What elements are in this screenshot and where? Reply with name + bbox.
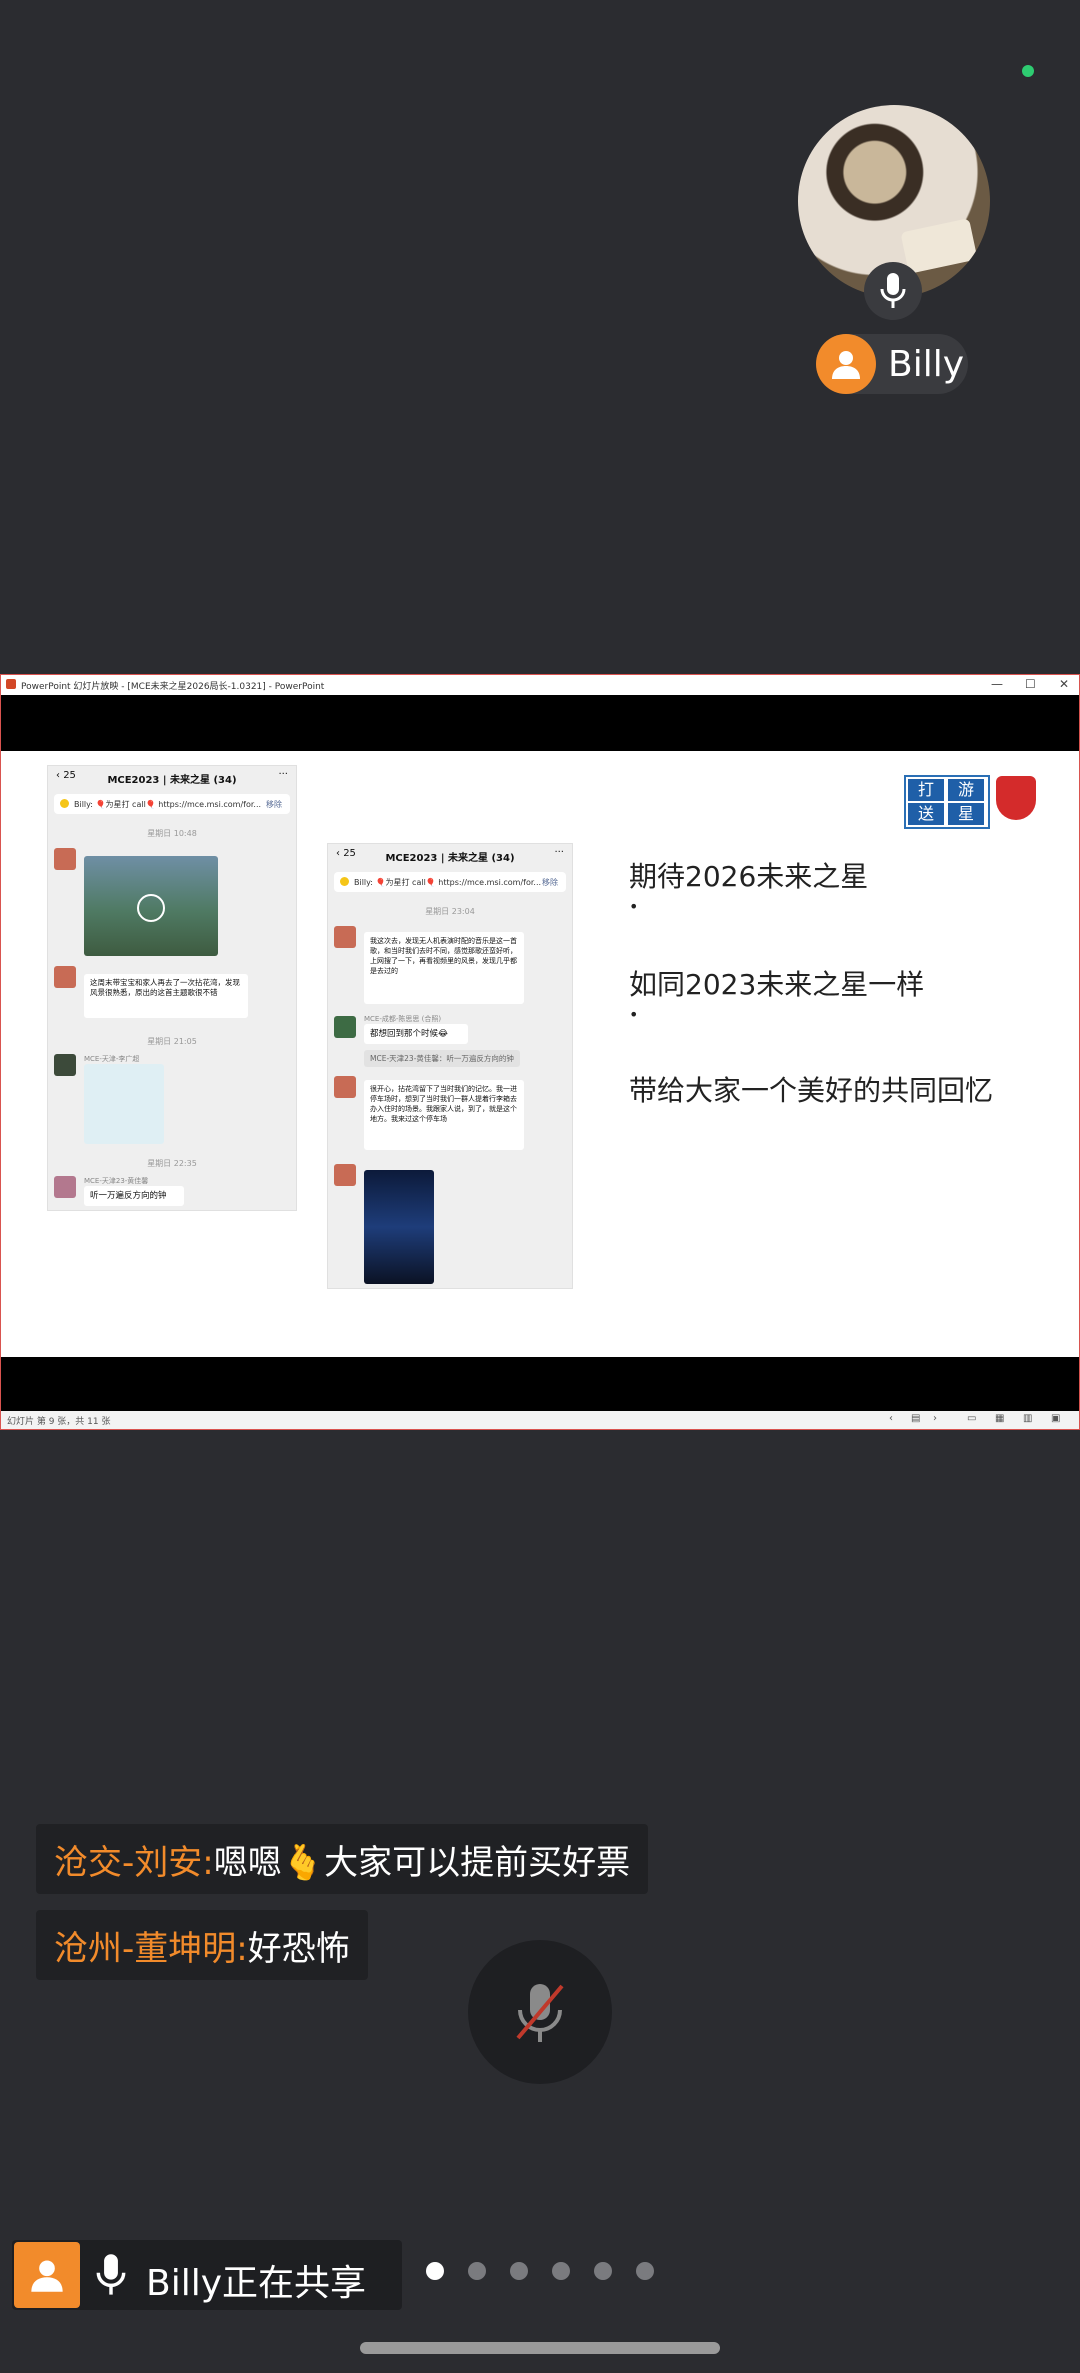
slide-counter: 幻灯片 第 9 张，共 11 张 [7,1417,111,1427]
bullet: • [629,1005,639,1024]
avatar [54,848,76,870]
sorter-view-icon[interactable]: ▦ [995,1413,1004,1424]
chat-bubble: 很开心，拈花湾留下了当时我们的记忆。我一进停车场时，想到了当时我们一群人提着行李… [364,1080,524,1150]
sharing-label: Billy正在共享 [146,2263,367,2304]
avatar [334,1164,356,1186]
page-dot-3[interactable] [510,2262,528,2280]
presenter-name: Billy [888,343,965,385]
prev-slide-icon[interactable]: ‹ [889,1413,893,1424]
timestamp: 星期日 22:35 [147,1159,197,1168]
page-dot-1[interactable] [426,2262,444,2280]
chat-sender: 沧交-刘安: [54,1842,214,1883]
avatar [54,1054,76,1076]
timestamp: 星期日 23:04 [425,907,475,916]
sender-name: MCE-天津-李广超 [84,1055,140,1063]
mic-icon [96,2254,126,2295]
phone-header: ‹ 25 MCE2023 | 未来之星 (34) ··· [328,844,572,866]
pinned-message: Billy: 🎈为星打 call🎈 https://mce.msi.com/fo… [334,872,566,892]
person-icon [816,334,876,394]
avatar [54,1176,76,1198]
chat-bubble: 这周末带宝宝和家人再去了一次拈花湾，发现风景很熟悉，原出的这首主题歌很不错 [84,974,248,1018]
normal-view-icon[interactable]: ▭ [967,1413,976,1424]
slide-canvas: ‹ 25 MCE2023 | 未来之星 (34) ··· Billy: 🎈为星打… [1,751,1079,1357]
slide-line-2: 如同2023未来之星一样 [629,968,925,1001]
chat-bubble: 听一万遍反方向的钟 [84,1186,184,1206]
timestamp: 星期日 10:48 [147,829,197,838]
avatar [54,966,76,988]
chat-message: 沧交-刘安: 嗯嗯🫰大家可以提前买好票 [36,1824,649,1894]
sender-name: MCE-成都-陈思思 (合照) [364,1015,442,1023]
mic-icon [864,262,922,320]
reading-view-icon[interactable]: ▥ [1023,1413,1032,1424]
night-photo [364,1170,434,1284]
person-icon [14,2242,80,2308]
chat-screenshot-right: ‹ 25 MCE2023 | 未来之星 (34) ··· Billy: 🎈为星打… [327,843,573,1289]
chat-message: 沧州-董坤明: 好恐怖 [36,1910,368,1980]
avatar [334,1076,356,1098]
page-dot-2[interactable] [468,2262,486,2280]
video-thumbnail [84,856,218,956]
next-slide-icon[interactable]: › [933,1413,937,1424]
chat-text: 好恐怖 [247,1928,350,1969]
sharing-indicator: Billy正在共享 [12,2240,402,2310]
chat-screenshot-left: ‹ 25 MCE2023 | 未来之星 (34) ··· Billy: 🎈为星打… [47,765,297,1211]
slide-line-1: 期待2026未来之星 [629,860,869,893]
chat-sender: 沧州-董坤明: [54,1928,248,1969]
slide-menu-icon[interactable]: ▤ [911,1413,920,1424]
window-titlebar: PowerPoint 幻灯片放映 - [MCE未来之星2026局长-1.0321… [1,675,1079,695]
maximize-icon[interactable]: ☐ [1025,677,1036,691]
slideshow-view-icon[interactable]: ▣ [1051,1413,1060,1424]
ppt-status-bar: 幻灯片 第 9 张，共 11 张 ‹ ▤ › ▭ ▦ ▥ ▣ [1,1411,1079,1429]
home-indicator[interactable] [360,2342,720,2354]
online-status-dot [1022,65,1034,77]
chat-text: 嗯嗯🫰大家可以提前买好票 [213,1842,631,1883]
msi-dragon-logo [996,776,1036,820]
pinned-message: Billy: 🎈为星打 call🎈 https://mce.msi.com/fo… [54,794,290,814]
page-dot-5[interactable] [594,2262,612,2280]
minimize-icon[interactable]: — [991,677,1003,691]
presenter-name-pill: Billy [816,334,968,394]
page-dot-4[interactable] [552,2262,570,2280]
sender-name: MCE-天津23-黄佳馨 [84,1177,149,1185]
close-icon[interactable]: ✕ [1059,677,1069,691]
slide-line-3: 带给大家一个美好的共同回忆 [629,1074,994,1107]
page-dot-6[interactable] [636,2262,654,2280]
avatar [334,1016,356,1038]
event-logo: 打 游 送 星 [904,775,990,829]
system-message: MCE-天津23-黄佳馨：听一万遍反方向的钟 [364,1050,520,1067]
chat-bubble: 都想回到那个时候😂 [364,1024,468,1044]
mic-muted-icon [516,1984,564,2042]
letterbox-bottom [1,1357,1079,1411]
phone-header: ‹ 25 MCE2023 | 未来之星 (34) ··· [48,766,296,788]
chat-bubble: 我这次去，发现无人机表演时配的音乐是这一首歌，和当时我们去时不同，感觉那歌还蛮好… [364,932,524,1004]
sticker-image [84,1064,164,1144]
powerpoint-icon [6,679,16,689]
window-title: PowerPoint 幻灯片放映 - [MCE未来之星2026局长-1.0321… [21,682,325,692]
bullet: • [629,897,639,916]
letterbox-top [1,695,1079,751]
timestamp: 星期日 21:05 [147,1037,197,1046]
mute-toggle-button[interactable] [468,1940,612,2084]
avatar [334,926,356,948]
